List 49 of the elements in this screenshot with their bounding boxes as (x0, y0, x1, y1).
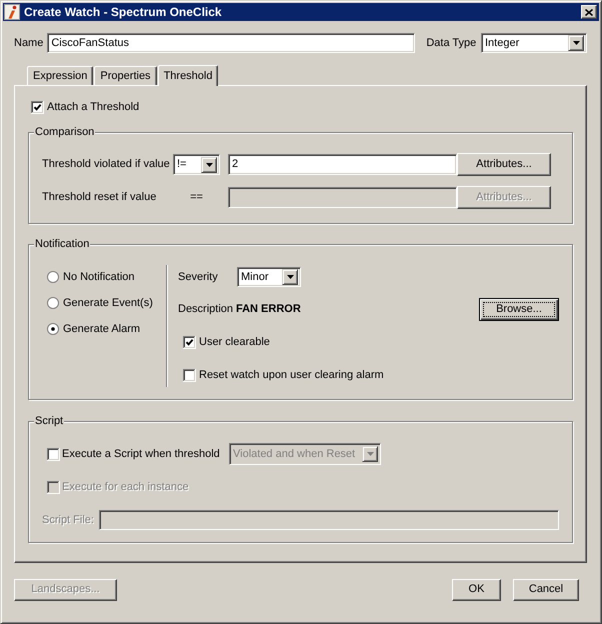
value-field[interactable]: 2 (228, 154, 457, 175)
checkbox[interactable] (183, 336, 196, 349)
group-title: Comparison (34, 126, 96, 139)
operator-label: == (190, 191, 203, 204)
dropdown-arrow-button[interactable] (282, 269, 298, 285)
caret-icon (206, 162, 212, 166)
close-icon (585, 8, 593, 16)
dialog-button[interactable]: OK (452, 578, 501, 600)
checkbox-label: Execute a Script when threshold (62, 448, 221, 460)
tab[interactable]: Threshold (158, 65, 218, 86)
field-label: Threshold reset if value (42, 190, 158, 205)
app-icon (4, 4, 20, 20)
name-field[interactable]: CiscoFanStatus (47, 33, 416, 53)
radio-button[interactable] (47, 297, 59, 309)
window-title: Create Watch - Spectrum OneClick (24, 6, 223, 18)
caret-icon (572, 41, 580, 45)
close-button[interactable] (581, 5, 597, 19)
checkbox-label: Execute for each instance (62, 481, 189, 494)
tab[interactable]: Expression (27, 66, 94, 85)
radio-label: Generate Alarm (63, 322, 140, 336)
tab[interactable]: Properties (94, 66, 157, 85)
caret-icon (286, 275, 294, 279)
script-file-label: Script File: (42, 514, 94, 526)
radio-label: No Notification (63, 270, 135, 284)
radio-button[interactable] (47, 271, 59, 283)
checkbox[interactable] (31, 101, 44, 114)
severity-label: Severity (178, 270, 219, 284)
field-label: Threshold violated if value (42, 157, 171, 172)
checkbox[interactable] (47, 448, 60, 460)
radio-label: Generate Event(s) (63, 296, 153, 310)
checkbox-label: User clearable (199, 336, 270, 349)
severity-dropdown[interactable]: Minor (237, 267, 301, 287)
radio-button[interactable] (47, 323, 59, 335)
group-title: Script (34, 415, 64, 428)
dropdown-arrow-button[interactable] (568, 35, 584, 51)
data-type-dropdown[interactable]: Integer (481, 33, 587, 53)
attributes-button[interactable]: Attributes... (457, 153, 551, 176)
name-label: Name (14, 36, 44, 50)
checkbox-label: Attach a Threshold (47, 101, 140, 114)
description-label: Description (178, 303, 234, 316)
checkbox-label: Reset watch upon user clearing alarm (199, 369, 384, 382)
caret-icon (366, 452, 374, 456)
data-type-label: Data Type (426, 36, 476, 50)
operator-dropdown[interactable]: != (173, 154, 220, 175)
checkbox[interactable] (183, 369, 196, 382)
dropdown-arrow-button[interactable] (201, 156, 217, 172)
dialog-button[interactable]: Cancel (513, 578, 579, 600)
browse-button[interactable]: Browse... (479, 298, 559, 321)
description-value: FAN ERROR (236, 303, 301, 316)
